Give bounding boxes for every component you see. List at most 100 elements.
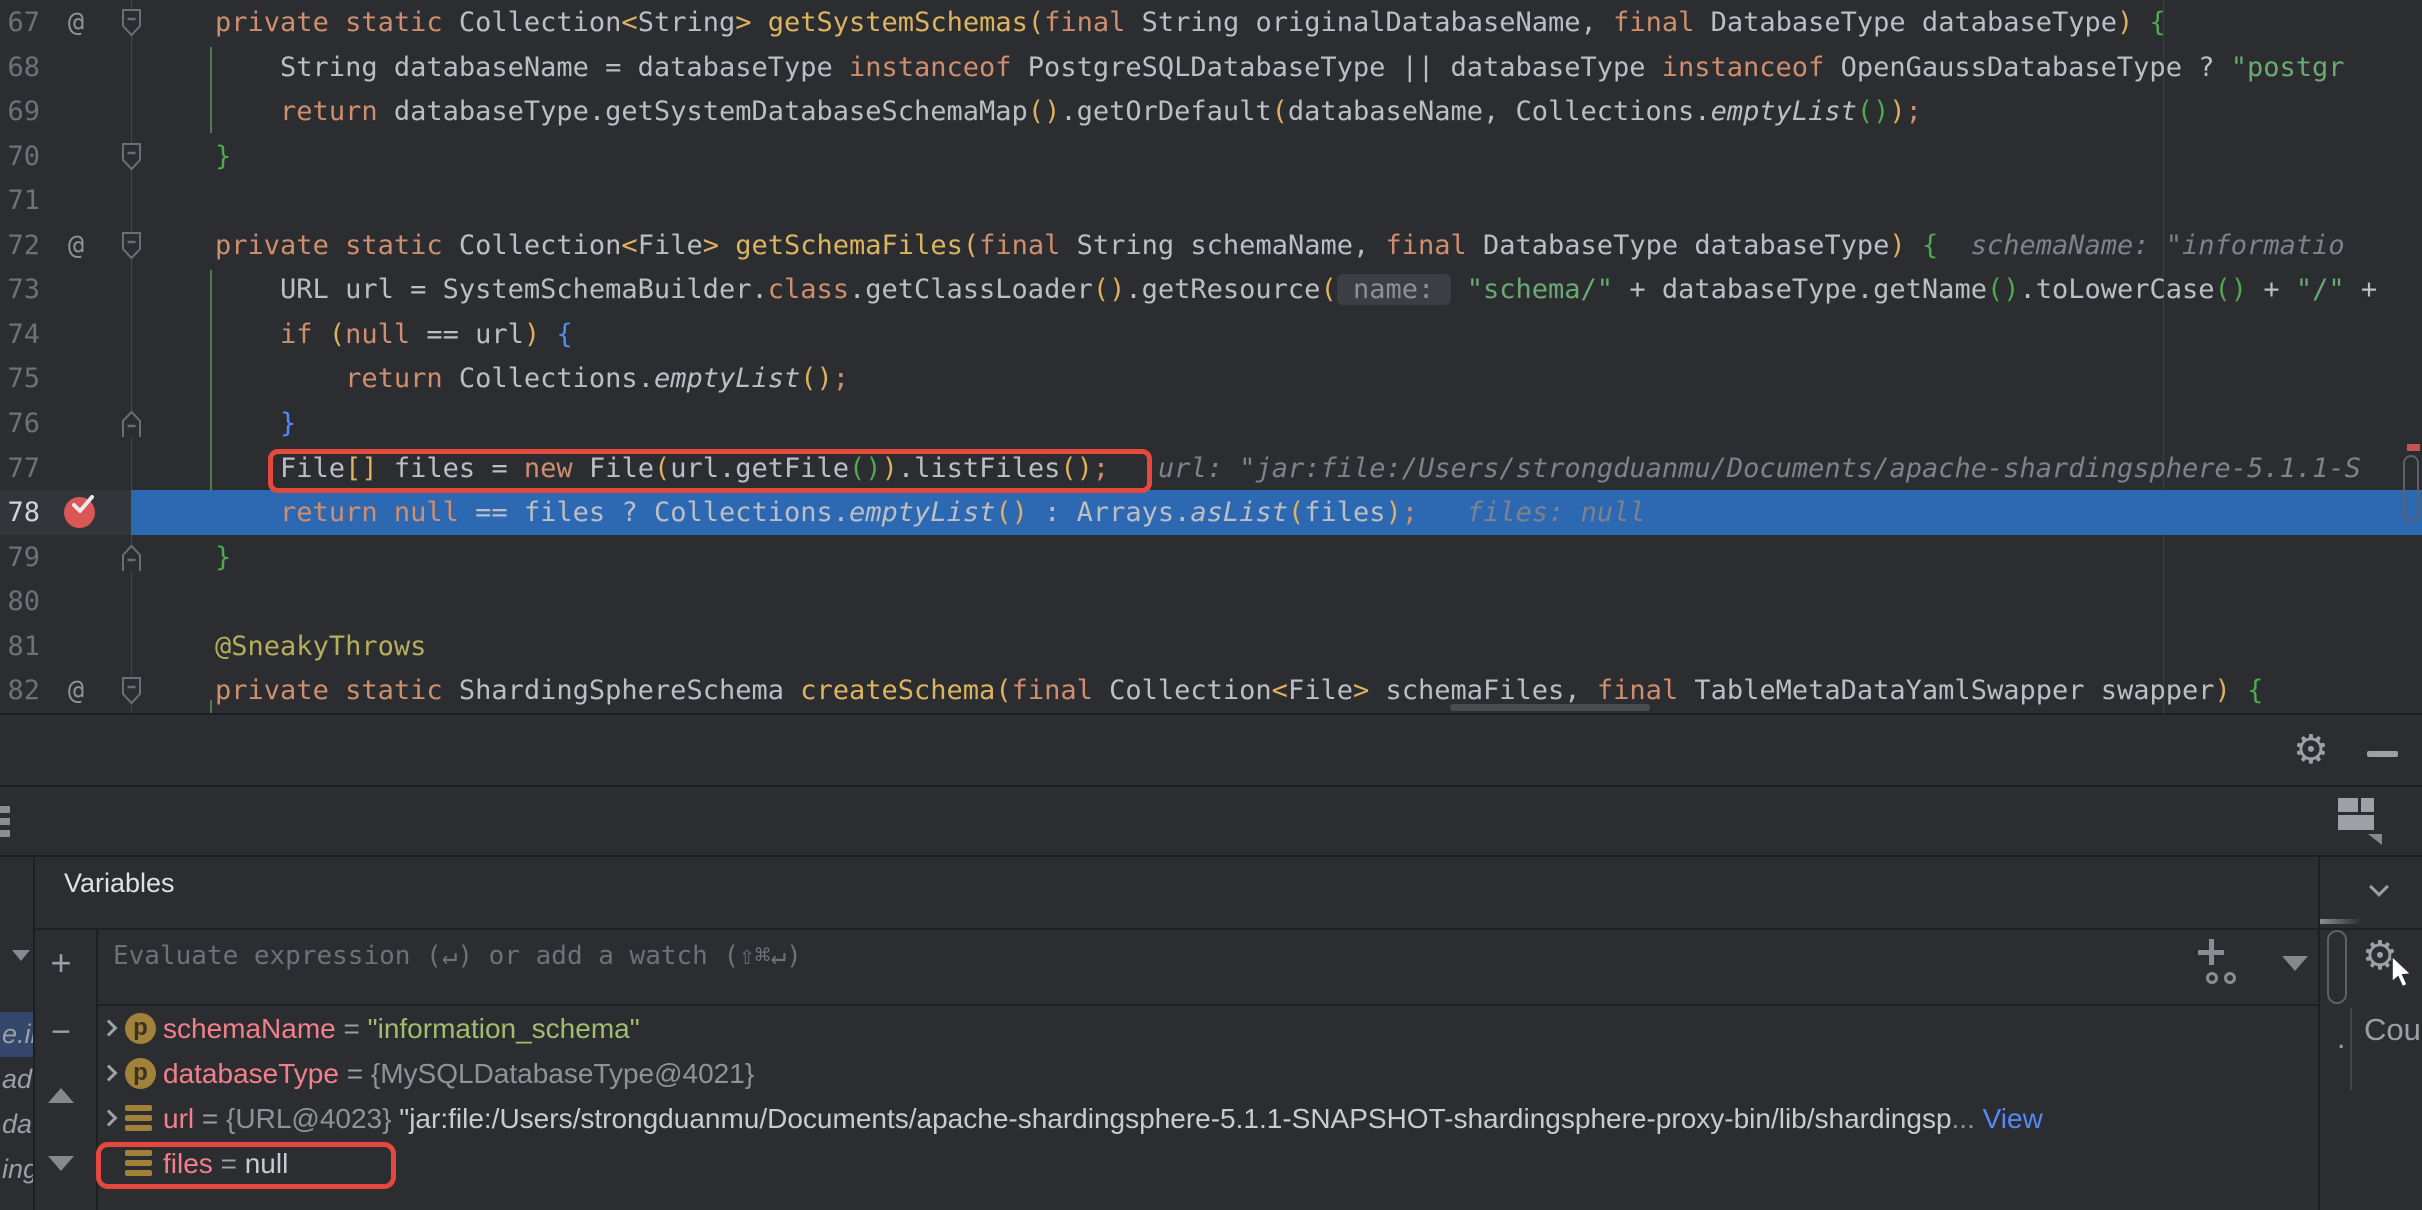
code-line[interactable]: 72 @ private static Collection<File> getS…	[0, 223, 2422, 268]
editor-horizontal-scrollbar[interactable]	[1450, 704, 1650, 711]
annotation-at-mark: @	[60, 668, 92, 713]
view-link[interactable]: View	[1975, 1103, 2043, 1134]
line-number: 81	[0, 624, 40, 669]
frame-item[interactable]: ad	[2, 1057, 33, 1102]
code-text: return databaseType.getSystemDatabaseSch…	[150, 89, 1922, 134]
clipped-text: Cou	[2364, 1012, 2421, 1048]
add-to-watches-icon[interactable]	[2198, 938, 2250, 990]
pane-divider	[2350, 1008, 2352, 1090]
code-line[interactable]: 68 String databaseName = databaseType in…	[0, 45, 2422, 90]
minimize-icon[interactable]	[2367, 751, 2398, 757]
frame-item[interactable]: e.in	[2, 1012, 33, 1057]
variable-row-schemaName[interactable]: pschemaName = "information_schema"	[97, 1006, 2318, 1051]
variable-row-databaseType[interactable]: pdatabaseType = {MySQLDatabaseType@4021}	[97, 1051, 2318, 1096]
code-text: return null == files ? Collections.empty…	[150, 490, 1646, 535]
code-line[interactable]: 82 @ private static ShardingSphereSchema …	[0, 668, 2422, 713]
frame-item[interactable]: dat	[2, 1102, 33, 1147]
line-number: 68	[0, 45, 40, 90]
fold-marker-icon[interactable]	[118, 409, 145, 444]
variable-name: databaseType	[163, 1058, 339, 1089]
line-number: 78	[0, 490, 40, 535]
line-number: 79	[0, 535, 40, 580]
code-line[interactable]: 71	[0, 178, 2422, 223]
variable-icon	[125, 1105, 152, 1135]
chevron-down-icon[interactable]	[12, 950, 30, 961]
grip-icon[interactable]	[0, 806, 10, 813]
fold-marker-icon[interactable]	[118, 543, 145, 578]
code-line[interactable]: 74 if (null == url) {	[0, 312, 2422, 357]
breakpoint-icon[interactable]	[64, 497, 95, 528]
clipped-text: .	[2337, 1022, 2345, 1056]
code-text: }	[150, 535, 231, 580]
layout-dropdown-triangle[interactable]	[2368, 834, 2382, 845]
layout-icon[interactable]	[2338, 798, 2374, 832]
line-number: 75	[0, 356, 40, 401]
ide-debug-view: 67@ private static Collection<String> ge…	[0, 0, 2422, 1210]
line-number: 71	[0, 178, 40, 223]
expand-chevron-icon[interactable]	[101, 1065, 118, 1082]
code-line[interactable]: 81 @SneakyThrows	[0, 624, 2422, 669]
code-editor[interactable]: 67@ private static Collection<String> ge…	[0, 0, 2422, 713]
evaluate-expression-input[interactable]: Evaluate expression (↵) or add a watch (…	[113, 941, 802, 971]
separator	[0, 785, 2422, 787]
variable-text: files = null	[163, 1141, 288, 1186]
editor-vertical-scrollbar[interactable]	[2403, 455, 2419, 523]
gear-icon[interactable]: ⚙	[2293, 730, 2329, 770]
annotation-at-mark: @	[60, 223, 92, 268]
variable-name: url	[163, 1103, 194, 1134]
inline-debug-hint: files: null	[1467, 497, 1646, 528]
code-line[interactable]: 70 }	[0, 134, 2422, 179]
variable-name: schemaName	[163, 1013, 336, 1044]
code-text: private static Collection<File> getSchem…	[150, 223, 2345, 268]
vertical-scrollbar-thumb[interactable]	[2327, 930, 2347, 1004]
inline-debug-hint: url: "jar:file:/Users/strongduanmu/Docum…	[1158, 453, 2361, 484]
code-text: URL url = SystemSchemaBuilder.class.getC…	[150, 267, 2377, 312]
variable-text: schemaName = "information_schema"	[163, 1006, 640, 1051]
code-text: if (null == url) {	[150, 312, 573, 357]
error-stripe-mark	[2407, 444, 2420, 451]
inline-debug-hint: schemaName: "informatio	[1971, 230, 2345, 261]
move-up-button[interactable]	[48, 1088, 74, 1103]
line-number: 82	[0, 668, 40, 713]
code-line[interactable]: 78 return null == files ? Collections.em…	[0, 490, 2422, 535]
move-down-button[interactable]	[48, 1156, 74, 1171]
fold-marker-icon[interactable]	[118, 231, 145, 266]
evaluate-dropdown-icon[interactable]	[2282, 956, 2308, 971]
code-line[interactable]: 79 }	[0, 535, 2422, 580]
expand-chevron-icon[interactable]	[101, 1020, 118, 1037]
collapse-chevron-icon[interactable]	[2372, 880, 2388, 896]
line-number: 69	[0, 89, 40, 134]
variables-tab-title[interactable]: Variables	[64, 868, 175, 899]
code-line[interactable]: 75 return Collections.emptyList();	[0, 356, 2422, 401]
add-watch-button[interactable]: +	[46, 942, 76, 984]
code-line[interactable]: 80	[0, 579, 2422, 624]
fold-marker-icon[interactable]	[118, 142, 145, 177]
code-line[interactable]: 77 File[] files = new File(url.getFile()…	[0, 446, 2422, 491]
parameter-icon: p	[125, 1058, 156, 1089]
variable-row-files[interactable]: files = null	[97, 1141, 2318, 1186]
variable-icon	[125, 1150, 152, 1180]
code-text: private static ShardingSphereSchema crea…	[150, 668, 2263, 713]
line-number: 72	[0, 223, 40, 268]
fold-marker-icon[interactable]	[118, 676, 145, 711]
remove-watch-button[interactable]: −	[46, 1013, 76, 1052]
code-text: return Collections.emptyList();	[150, 356, 849, 401]
frame-item[interactable]: ing	[2, 1147, 33, 1192]
code-line[interactable]: 67@ private static Collection<String> ge…	[0, 0, 2422, 45]
variable-name: files	[163, 1148, 213, 1179]
variable-text: databaseType = {MySQLDatabaseType@4021}	[163, 1051, 754, 1096]
line-number: 67	[0, 0, 40, 45]
grip-icon[interactable]	[0, 830, 10, 837]
variable-row-url[interactable]: url = {URL@4023} "jar:file:/Users/strong…	[97, 1096, 2318, 1141]
grip-icon[interactable]	[0, 818, 10, 825]
frames-pane-edge[interactable]: e.in ad dat ing	[0, 857, 33, 1210]
code-line[interactable]: 76 }	[0, 401, 2422, 446]
panel-border	[2318, 857, 2320, 1210]
expand-chevron-icon[interactable]	[101, 1110, 118, 1127]
code-line[interactable]: 69 return databaseType.getSystemDatabase…	[0, 89, 2422, 134]
code-line[interactable]: 73 URL url = SystemSchemaBuilder.class.g…	[0, 267, 2422, 312]
fold-marker-icon[interactable]	[118, 8, 145, 43]
panel-border	[33, 857, 35, 1210]
param-name-hint-chip: name:	[1337, 274, 1451, 305]
line-number: 73	[0, 267, 40, 312]
